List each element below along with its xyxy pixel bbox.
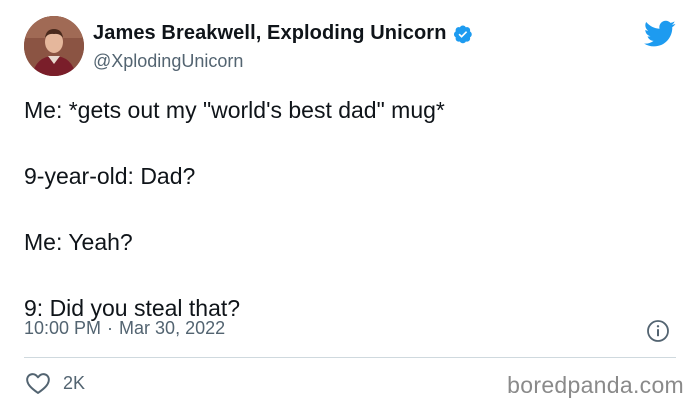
tweet-text: Me: *gets out my "world's best dad" mug*… bbox=[24, 95, 674, 323]
tweet-card: James Breakwell, Exploding Unicorn @Xplo… bbox=[0, 0, 700, 410]
tweet-line: 9-year-old: Dad? bbox=[24, 163, 196, 189]
info-icon[interactable] bbox=[646, 319, 670, 343]
like-count: 2K bbox=[63, 372, 86, 393]
tweet-time: 10:00 PM bbox=[24, 318, 102, 338]
author-display-name[interactable]: James Breakwell, Exploding Unicorn bbox=[93, 22, 447, 45]
like-action[interactable]: 2K bbox=[25, 371, 85, 395]
author-handle[interactable]: @XplodingUnicorn bbox=[93, 51, 243, 72]
tweet-line: Me: *gets out my "world's best dad" mug* bbox=[24, 97, 445, 123]
meta-separator: · bbox=[107, 318, 114, 338]
tweet-timestamp[interactable]: 10:00 PM · Mar 30, 2022 bbox=[24, 318, 225, 339]
avatar-photo bbox=[24, 16, 84, 76]
author-name-row: James Breakwell, Exploding Unicorn bbox=[93, 22, 473, 45]
verified-badge-icon bbox=[453, 25, 472, 43]
tweet-date: Mar 30, 2022 bbox=[119, 318, 226, 338]
heart-icon[interactable] bbox=[25, 371, 51, 395]
divider bbox=[24, 357, 676, 358]
twitter-bird-icon[interactable] bbox=[644, 20, 676, 48]
avatar[interactable] bbox=[24, 16, 84, 76]
watermark: boredpanda.com bbox=[507, 372, 684, 398]
tweet-line: Me: Yeah? bbox=[24, 229, 133, 255]
